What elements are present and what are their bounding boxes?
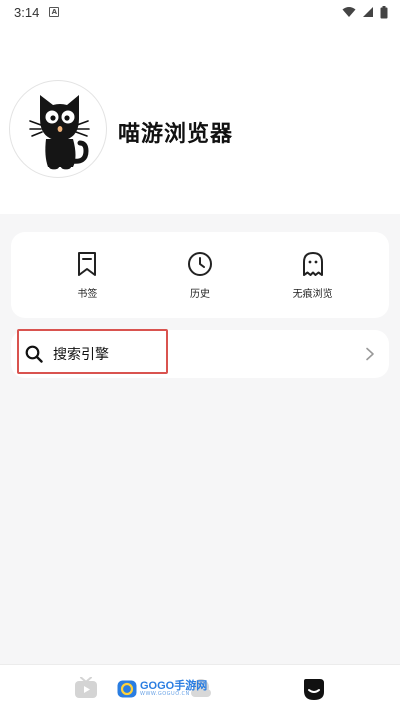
chevron-right-icon	[366, 347, 374, 361]
watermark: GOGO手游网 WWW.GOGUO.CN	[117, 680, 207, 698]
battery-icon	[380, 5, 388, 18]
notification-icon: A	[49, 7, 60, 17]
bookmarks-label: 书签	[77, 288, 98, 300]
bookmarks-button[interactable]: 书签	[42, 251, 132, 300]
gogo-logo-icon	[117, 680, 137, 698]
history-button[interactable]: 历史	[155, 251, 245, 300]
bookmark-icon	[78, 251, 97, 276]
signal-icon	[363, 7, 373, 17]
incognito-button[interactable]: 无痕浏览	[268, 251, 358, 300]
black-cat-logo-icon	[29, 95, 90, 170]
status-bar: 3:14 A	[0, 0, 400, 24]
profile-tab-icon[interactable]	[301, 677, 325, 701]
ghost-icon	[302, 251, 323, 276]
search-engine-label: 搜索引擎	[53, 347, 109, 363]
incognito-label: 无痕浏览	[292, 288, 333, 300]
watermark-sub: WWW.GOGUO.CN	[140, 691, 190, 697]
avatar[interactable]	[9, 80, 107, 178]
search-engine-row[interactable]: 搜索引擎	[11, 330, 389, 378]
history-label: 历史	[189, 288, 210, 300]
wifi-icon	[342, 7, 356, 17]
video-tab-icon[interactable]	[74, 677, 98, 699]
clock-icon	[187, 251, 212, 276]
status-icons	[342, 5, 388, 19]
quick-actions-card: 书签 历史 无痕浏览	[11, 232, 389, 318]
app-name: 喵游浏览器	[118, 122, 234, 147]
search-icon	[25, 345, 43, 363]
status-time: 3:14	[14, 4, 40, 20]
